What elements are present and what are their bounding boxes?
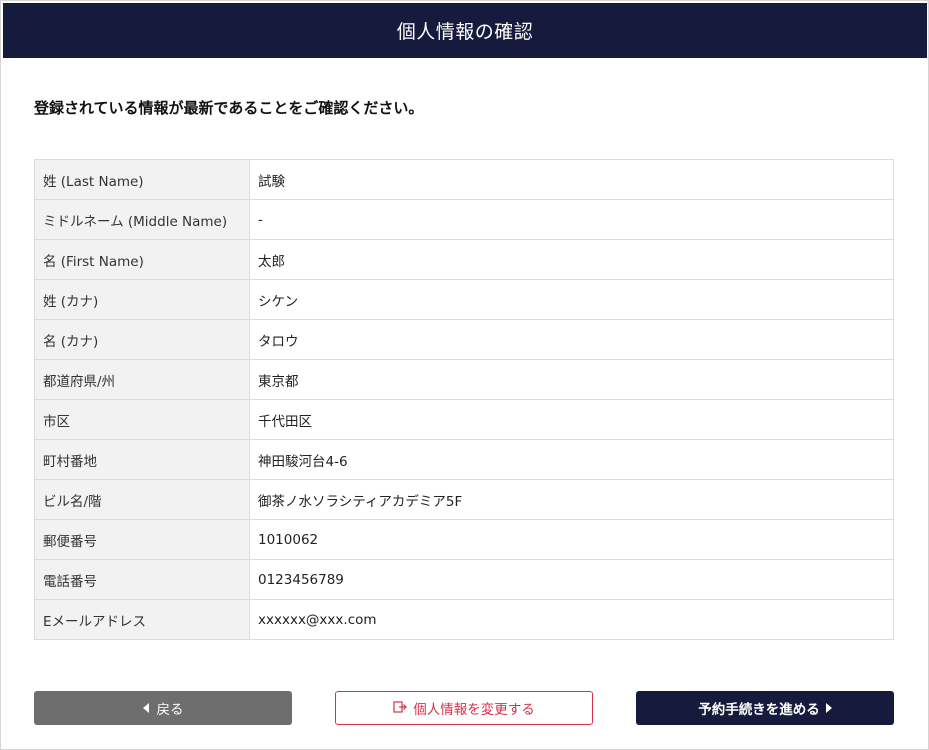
row-value: シケン (249, 279, 894, 320)
table-row-street: 町村番地 神田駿河台4-6 (34, 439, 894, 480)
table-row-middle-name: ミドルネーム (Middle Name) - (34, 199, 894, 240)
row-value: 太郎 (249, 239, 894, 280)
row-label: Eメールアドレス (34, 599, 250, 640)
table-row-email: Eメールアドレス xxxxxx@xxx.com (34, 599, 894, 640)
row-label: ミドルネーム (Middle Name) (34, 199, 250, 240)
row-value: 試験 (249, 159, 894, 200)
page-title: 個人情報の確認 (396, 21, 534, 43)
row-label: 名 (カナ) (34, 319, 250, 360)
table-row-last-name: 姓 (Last Name) 試験 (34, 159, 894, 200)
row-label: 市区 (34, 399, 250, 440)
table-row-building: ビル名/階 御茶ノ水ソラシティアカデミア5F (34, 479, 894, 520)
row-value: xxxxxx@xxx.com (249, 599, 894, 640)
back-button[interactable]: 戻る (34, 691, 292, 725)
row-label: 名 (First Name) (34, 239, 250, 280)
row-label: 都道府県/州 (34, 359, 250, 400)
table-row-first-name: 名 (First Name) 太郎 (34, 239, 894, 280)
row-value: 1010062 (249, 519, 894, 560)
row-value: - (249, 199, 894, 240)
table-row-first-name-kana: 名 (カナ) タロウ (34, 319, 894, 360)
table-row-last-name-kana: 姓 (カナ) シケン (34, 279, 894, 320)
edit-icon (393, 700, 408, 716)
intro-text: 登録されている情報が最新であることをご確認ください。 (34, 99, 424, 117)
back-button-label: 戻る (156, 702, 184, 718)
row-value: 東京都 (249, 359, 894, 400)
row-label: 姓 (Last Name) (34, 159, 250, 200)
row-value: 千代田区 (249, 399, 894, 440)
edit-info-button-label: 個人情報を変更する (413, 702, 535, 718)
row-label: 電話番号 (34, 559, 250, 600)
row-value: タロウ (249, 319, 894, 360)
row-label: ビル名/階 (34, 479, 250, 520)
edit-info-button[interactable]: 個人情報を変更する (335, 691, 593, 725)
table-row-city: 市区 千代田区 (34, 399, 894, 440)
personal-info-table: 姓 (Last Name) 試験 ミドルネーム (Middle Name) - … (34, 159, 894, 640)
table-row-phone: 電話番号 0123456789 (34, 559, 894, 600)
page-header: 個人情報の確認 (3, 3, 927, 58)
row-value: 神田駿河台4-6 (249, 439, 894, 480)
row-label: 郵便番号 (34, 519, 250, 560)
proceed-reservation-button[interactable]: 予約手続きを進める (636, 691, 894, 725)
row-value: 御茶ノ水ソラシティアカデミア5F (249, 479, 894, 520)
row-label: 姓 (カナ) (34, 279, 250, 320)
table-row-postal-code: 郵便番号 1010062 (34, 519, 894, 560)
row-label: 町村番地 (34, 439, 250, 480)
proceed-reservation-button-label: 予約手続きを進める (698, 702, 820, 718)
table-row-prefecture: 都道府県/州 東京都 (34, 359, 894, 400)
triangle-left-icon (142, 703, 149, 713)
row-value: 0123456789 (249, 559, 894, 600)
triangle-right-icon (825, 703, 832, 713)
page-frame: 個人情報の確認 登録されている情報が最新であることをご確認ください。 姓 (La… (0, 0, 929, 750)
